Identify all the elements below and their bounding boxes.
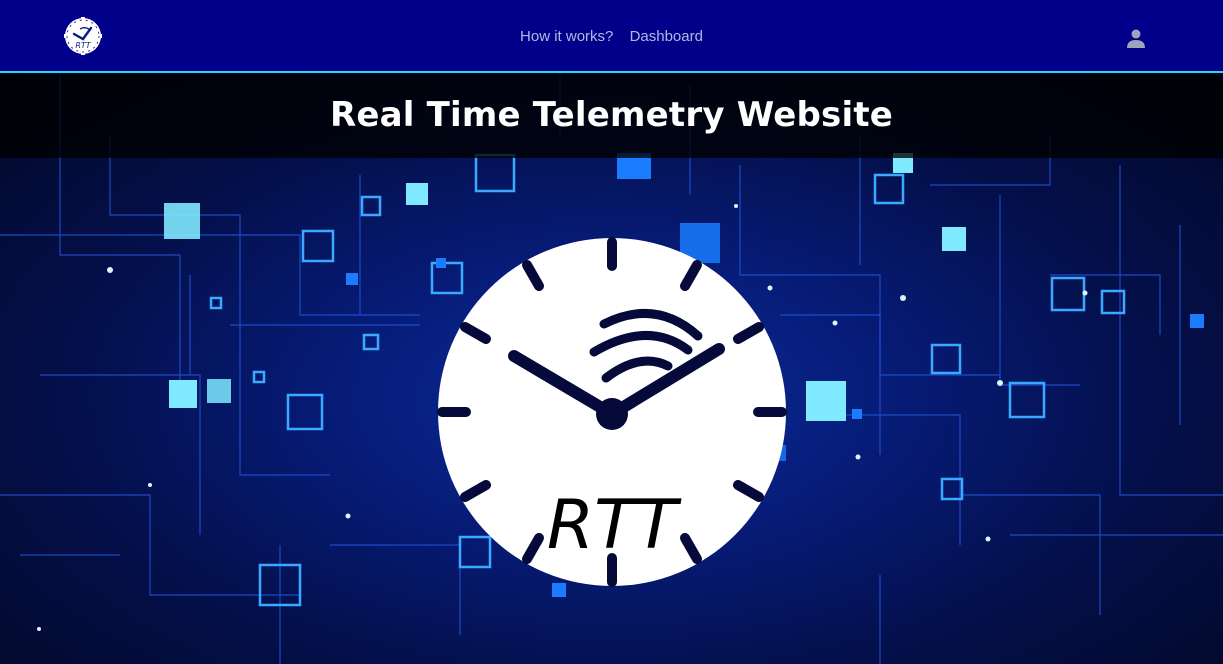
hero-section: Real Time Telemetry Website RTT <box>0 75 1223 664</box>
nav-link-dashboard[interactable]: Dashboard <box>630 28 703 45</box>
nav-link-how-it-works[interactable]: How it works? <box>520 28 613 45</box>
clock-label: RTT <box>547 486 682 565</box>
page-title: Real Time Telemetry Website <box>329 95 894 135</box>
clock-icon: RTT <box>437 237 787 587</box>
title-band: Real Time Telemetry Website <box>0 75 1223 158</box>
nav-links: How it works? Dashboard <box>0 28 1223 45</box>
navbar: RTT How it works? Dashboard <box>0 0 1223 73</box>
user-icon[interactable] <box>1125 27 1147 49</box>
